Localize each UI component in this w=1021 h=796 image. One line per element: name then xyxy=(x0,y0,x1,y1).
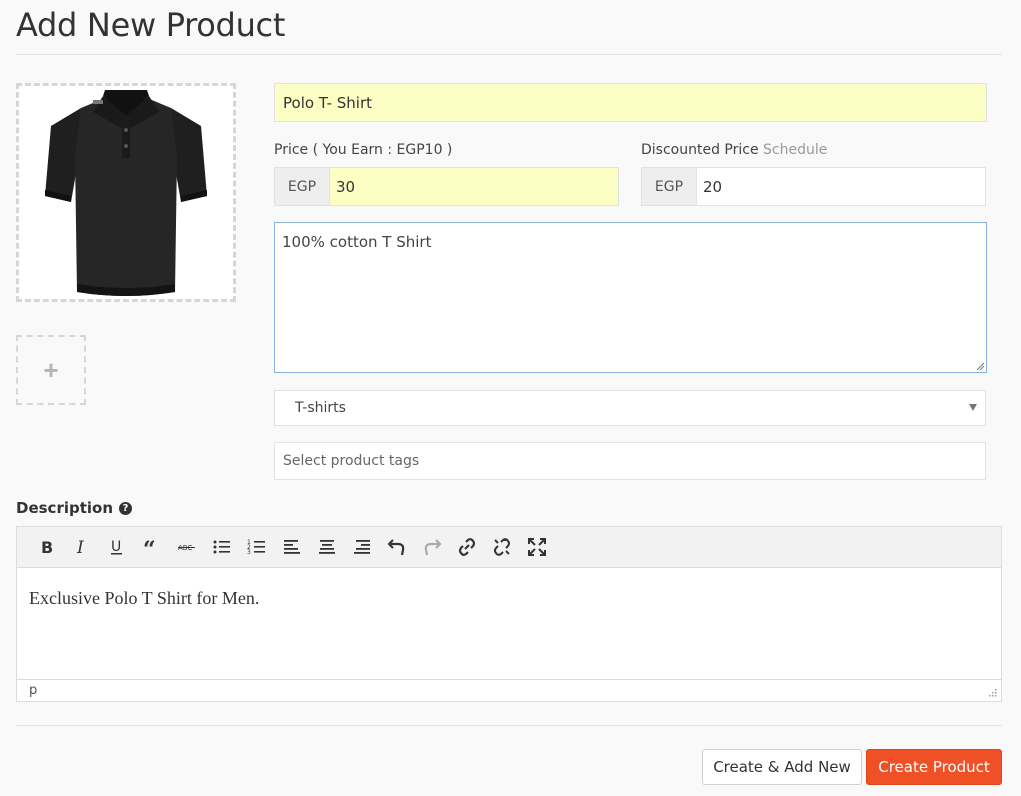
italic-icon[interactable]: I xyxy=(64,532,99,562)
align-right-icon[interactable] xyxy=(344,532,379,562)
svg-text:U: U xyxy=(111,539,121,555)
undo-icon[interactable] xyxy=(379,532,414,562)
bullet-list-icon[interactable] xyxy=(204,532,239,562)
bold-icon[interactable]: B xyxy=(29,532,64,562)
underline-icon[interactable]: U xyxy=(99,532,134,562)
short-description-text: 100% cotton T Shirt xyxy=(282,233,432,251)
editor-resize-grip-icon[interactable] xyxy=(988,688,997,697)
add-gallery-image-button[interactable]: + xyxy=(16,335,86,405)
help-icon[interactable]: ? xyxy=(119,501,133,515)
element-path[interactable]: p xyxy=(29,683,37,698)
discount-currency-addon: EGP xyxy=(641,167,697,206)
schedule-link[interactable]: Schedule xyxy=(763,142,827,158)
actions-divider xyxy=(16,725,1002,726)
price-input[interactable] xyxy=(329,167,619,206)
editor-toolbar: B I U “ ABC 123 xyxy=(17,527,1001,568)
redo-icon[interactable] xyxy=(414,532,449,562)
product-tags-input[interactable]: Select product tags xyxy=(274,442,986,480)
page-title: Add New Product xyxy=(16,6,286,44)
dropdown-arrow-icon xyxy=(969,404,977,411)
plus-icon: + xyxy=(43,354,59,385)
product-name-input[interactable] xyxy=(274,83,987,122)
svg-text:3: 3 xyxy=(247,549,251,556)
short-description-textarea[interactable]: 100% cotton T Shirt xyxy=(274,222,987,373)
fullscreen-icon[interactable] xyxy=(519,532,554,562)
editor-statusbar: p xyxy=(17,679,1001,701)
description-label-text: Description xyxy=(16,499,114,517)
link-icon[interactable] xyxy=(449,532,484,562)
resize-grip-icon[interactable] xyxy=(976,362,984,370)
title-divider xyxy=(16,54,1002,55)
svg-text:“: “ xyxy=(143,537,156,557)
unlink-icon[interactable] xyxy=(484,532,519,562)
price-label: Price ( You Earn : EGP10 ) xyxy=(274,142,453,158)
discount-price-label: Discounted Price Schedule xyxy=(641,142,827,158)
create-and-add-new-button[interactable]: Create & Add New xyxy=(702,749,862,785)
polo-shirt-image xyxy=(45,89,207,296)
description-editor[interactable]: B I U “ ABC 123 xyxy=(16,526,1002,702)
align-center-icon[interactable] xyxy=(309,532,344,562)
align-left-icon[interactable] xyxy=(274,532,309,562)
editor-content-area[interactable]: Exclusive Polo T Shirt for Men. xyxy=(17,568,1001,679)
editor-paragraph: Exclusive Polo T Shirt for Men. xyxy=(29,588,260,608)
tags-placeholder: Select product tags xyxy=(283,453,420,469)
category-selected-value: T-shirts xyxy=(295,400,346,416)
category-select[interactable]: T-shirts xyxy=(274,390,986,426)
strikethrough-icon[interactable]: ABC xyxy=(169,532,204,562)
create-product-button[interactable]: Create Product xyxy=(866,749,1002,785)
blockquote-icon[interactable]: “ xyxy=(134,532,169,562)
svg-text:I: I xyxy=(76,538,84,557)
product-image-dropzone[interactable] xyxy=(16,83,236,302)
discount-price-input[interactable] xyxy=(696,167,986,206)
numbered-list-icon[interactable]: 123 xyxy=(239,532,274,562)
price-currency-addon: EGP xyxy=(274,167,330,206)
discount-price-label-text: Discounted Price xyxy=(641,142,759,158)
svg-text:B: B xyxy=(41,538,53,557)
description-label: Description ? xyxy=(16,499,133,517)
